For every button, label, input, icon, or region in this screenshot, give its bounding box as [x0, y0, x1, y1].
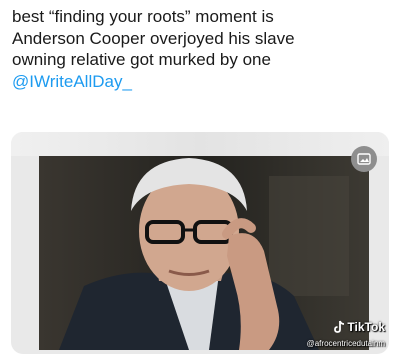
- user-mention-link[interactable]: @IWriteAllDay_: [12, 71, 392, 93]
- post-text-line: Anderson Cooper overjoyed his slave: [12, 28, 295, 48]
- background-strip: [11, 132, 389, 156]
- post-text: best “finding your roots” moment is Ande…: [12, 6, 392, 92]
- media-card[interactable]: TikTok @afrocentricedutainm: [11, 132, 389, 354]
- image-icon[interactable]: [351, 146, 377, 172]
- tiktok-handle: @afrocentricedutainm: [306, 339, 385, 348]
- tiktok-logo-icon: [334, 320, 345, 333]
- post-text-line: owning relative got murked by one: [12, 50, 271, 69]
- tiktok-brand-label: TikTok: [347, 320, 385, 334]
- man-with-glasses-image: [59, 158, 319, 350]
- video-frame[interactable]: [39, 156, 369, 350]
- post-text-line: best “finding your roots” moment is: [12, 7, 274, 26]
- tiktok-watermark: TikTok: [333, 320, 385, 334]
